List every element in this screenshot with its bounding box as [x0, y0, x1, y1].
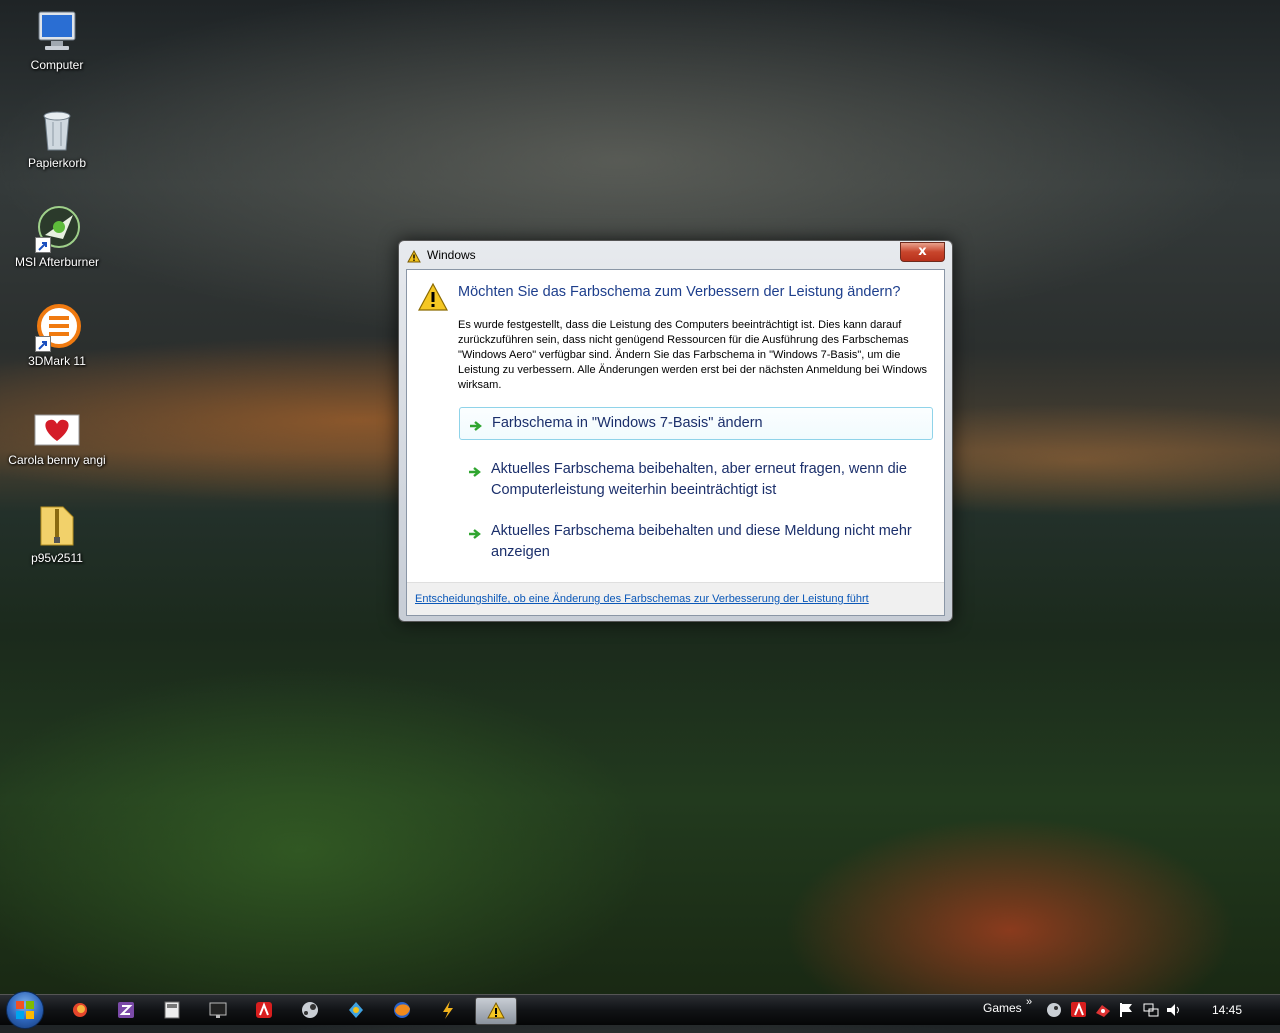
option-label: Aktuelles Farbschema beibehalten, aber e… [491, 461, 907, 498]
action-center-flag-icon[interactable] [1118, 1001, 1136, 1031]
help-link[interactable]: Entscheidungshilfe, ob eine Änderung des… [415, 593, 869, 605]
games-toolbar-label[interactable]: Games [983, 1001, 1022, 1031]
heart-image-icon [33, 403, 81, 451]
desktop-icon-label: Computer [30, 58, 84, 72]
option-keep-dont-ask[interactable]: Aktuelles Farbschema beibehalten und die… [459, 516, 933, 568]
game-icon [349, 1002, 363, 1018]
avira-tray-icon[interactable] [1070, 1001, 1088, 1031]
green-arrow-icon [468, 464, 482, 485]
dialog-content: Möchten Sie das Farbschema zum Verbesser… [406, 269, 945, 616]
msi-tray-icon[interactable] [1094, 1001, 1112, 1031]
taskbar-app-dialog-active[interactable] [475, 997, 517, 1025]
performance-dialog: Windows x Möchten Sie das Farbschema zum… [398, 240, 953, 622]
desktop-icon-papierkorb[interactable]: Papierkorb [6, 106, 108, 170]
windows-logo-icon [16, 1001, 34, 1019]
z-icon [118, 1002, 134, 1018]
msi-afterburner-icon [33, 205, 81, 253]
taskbar-app-calc[interactable] [156, 997, 188, 1023]
shortcut-arrow-icon [35, 237, 51, 253]
dialog-title: Windows [427, 248, 476, 262]
desktop-icon-label: MSI Afterburner [14, 255, 100, 269]
toolbar-chevron[interactable]: » [1026, 996, 1032, 1026]
desktop-icon-label: 3DMark 11 [28, 354, 86, 368]
dialog-titlebar[interactable]: Windows x [399, 241, 952, 269]
zip-folder-icon [33, 501, 81, 549]
dialog-headline: Möchten Sie das Farbschema zum Verbesser… [458, 284, 901, 300]
firefox-icon [73, 1003, 87, 1017]
option-label: Farbschema in "Windows 7-Basis" ändern [492, 415, 763, 431]
desktop-icon-label: p95v2511 [31, 551, 83, 565]
steam-icon [302, 1002, 318, 1018]
taskbar-app-z[interactable] [110, 997, 142, 1023]
avira-icon [256, 1002, 272, 1018]
desktop-icon-label: Papierkorb [27, 156, 87, 170]
warning-icon [407, 248, 421, 267]
clock[interactable]: 14:45 [1212, 1003, 1242, 1033]
warning-icon [417, 282, 449, 316]
network-icon[interactable] [1142, 1001, 1160, 1031]
warning-icon [487, 1001, 505, 1019]
monitor-icon [209, 1002, 227, 1018]
taskbar-app-firefox[interactable] [386, 997, 418, 1023]
taskbar-app-steam[interactable] [294, 997, 326, 1023]
taskbar-app-game[interactable] [340, 997, 372, 1023]
option-label: Aktuelles Farbschema beibehalten und die… [491, 523, 912, 560]
taskbar-app-winamp[interactable] [432, 997, 464, 1023]
dialog-description: Es wurde festgestellt, dass die Leistung… [458, 319, 928, 391]
firefox-icon [394, 1002, 410, 1018]
green-arrow-icon [469, 418, 483, 439]
close-icon: x [918, 244, 927, 259]
calc-icon [164, 1001, 180, 1019]
taskbar-app-1[interactable] [64, 997, 96, 1023]
option-keep-ask-again[interactable]: Aktuelles Farbschema beibehalten, aber e… [459, 454, 933, 506]
volume-icon[interactable] [1165, 1001, 1183, 1031]
start-button[interactable] [6, 991, 44, 1029]
taskbar-app-avira[interactable] [248, 997, 280, 1023]
steam-tray-icon[interactable] [1045, 1001, 1063, 1031]
desktop-icon-3dmark[interactable]: 3DMark 11 [6, 304, 108, 368]
taskbar: Games » 14:45 [0, 991, 1280, 1029]
close-button[interactable]: x [900, 242, 945, 262]
computer-icon [33, 8, 81, 56]
3dmark-icon [33, 304, 81, 352]
option-switch-basic[interactable]: Farbschema in "Windows 7-Basis" ändern [459, 407, 933, 440]
recycle-bin-icon [33, 106, 81, 154]
shortcut-arrow-icon [35, 336, 51, 352]
desktop-icon-msi-afterburner[interactable]: MSI Afterburner [6, 205, 108, 269]
desktop-icon-computer[interactable]: Computer [6, 8, 108, 72]
green-arrow-icon [468, 526, 482, 547]
desktop-icon-label: Carola benny angi [8, 453, 106, 467]
desktop-icon-carola[interactable]: Carola benny angi [6, 403, 108, 467]
dialog-footer: Entscheidungshilfe, ob eine Änderung des… [407, 582, 944, 615]
taskbar-app-monitor[interactable] [202, 997, 234, 1023]
desktop-icon-p95v2511[interactable]: p95v2511 [6, 501, 108, 565]
winamp-icon [443, 1001, 453, 1019]
